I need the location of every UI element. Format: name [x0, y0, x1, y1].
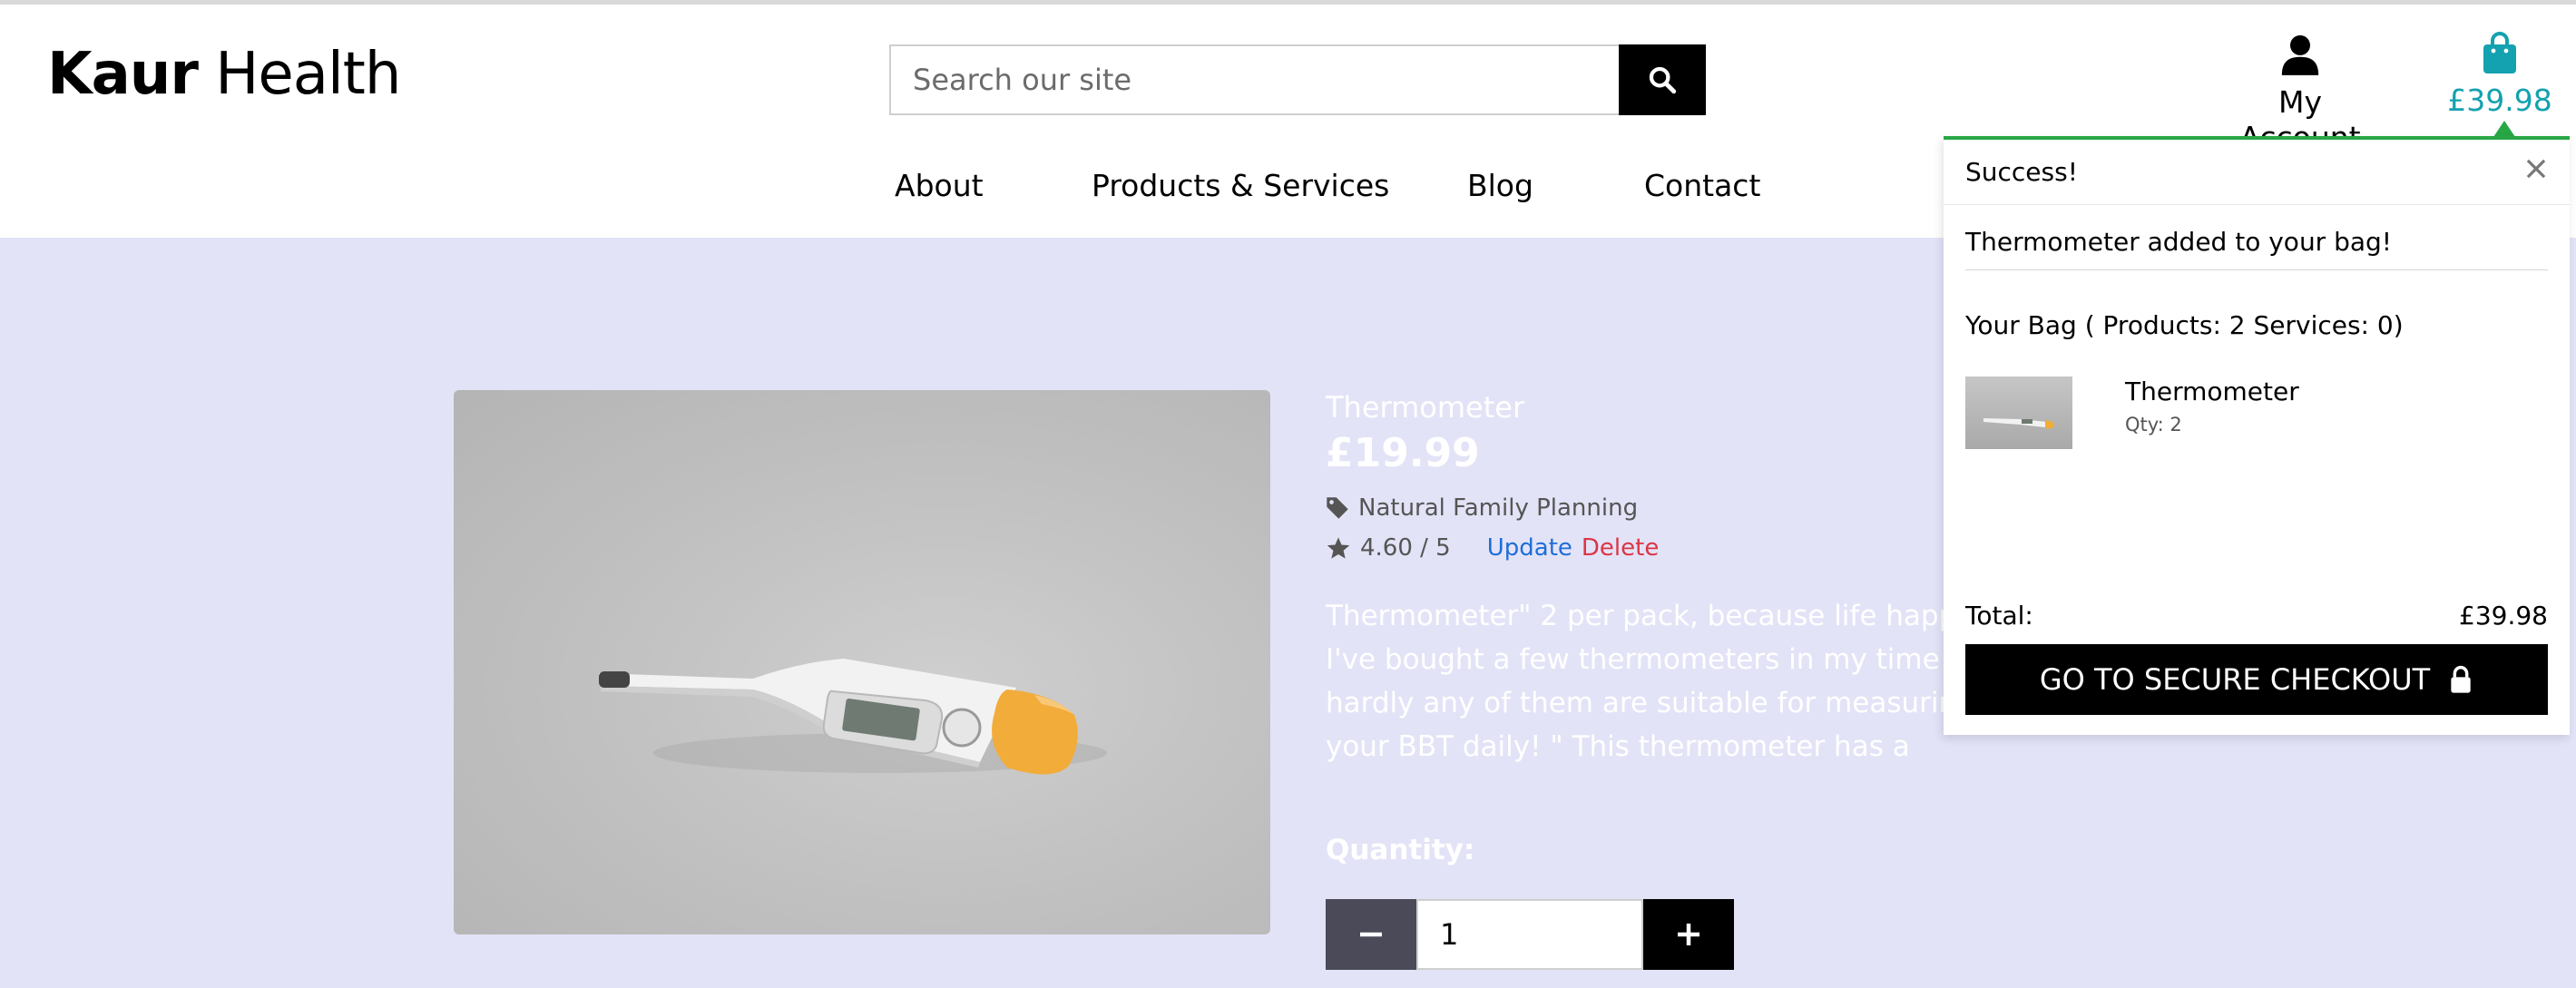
total-row: Total: £39.98 — [1965, 601, 2548, 631]
close-button[interactable] — [2524, 157, 2548, 187]
search-input[interactable] — [889, 44, 1619, 115]
bag-item: Thermometer Qty: 2 — [1965, 377, 2548, 449]
product-image — [454, 390, 1270, 934]
search-icon — [1649, 66, 1677, 94]
plus-icon — [1678, 924, 1699, 945]
search-button[interactable] — [1619, 44, 1706, 115]
bag-summary: Your Bag ( Products: 2 Services: 0) — [1965, 310, 2404, 340]
nav-item-about[interactable]: About — [895, 168, 984, 203]
product-price: £19.99 — [1326, 430, 1480, 476]
lock-icon — [2451, 665, 2471, 693]
brand-rest: Health — [197, 41, 401, 108]
product-details: Thermometer £19.99 Natural Family Planni… — [1326, 390, 2015, 970]
product-category[interactable]: Natural Family Planning — [1326, 494, 2015, 522]
product-description: Thermometer" 2 per pack, because life ha… — [1326, 600, 2015, 763]
nav-item-products-services[interactable]: Products & Services — [1092, 168, 1389, 203]
site-logo[interactable]: Kaur Health — [47, 41, 401, 108]
bag-item-name: Thermometer — [2125, 377, 2299, 406]
category-label: Natural Family Planning — [1358, 494, 1639, 522]
bag-link[interactable]: £39.98 — [2441, 32, 2559, 118]
close-icon — [2526, 159, 2546, 179]
increment-button[interactable] — [1643, 899, 1734, 970]
decrement-button[interactable] — [1326, 899, 1416, 970]
nav-item-blog[interactable]: Blog — [1467, 168, 1533, 203]
secure-checkout-button[interactable]: GO TO SECURE CHECKOUT — [1965, 644, 2548, 715]
bag-item-qty: Qty: 2 — [2125, 414, 2182, 435]
brand-bold: Kaur — [47, 41, 199, 108]
toast-title: Success! — [1965, 157, 2078, 187]
shopping-bag-icon — [2483, 32, 2516, 73]
bag-item-thumbnail — [1965, 377, 2072, 449]
rating-value: 4.60 / 5 — [1360, 534, 1451, 562]
checkout-label: GO TO SECURE CHECKOUT — [2039, 662, 2431, 697]
user-icon — [2281, 34, 2319, 75]
product-name: Thermometer — [1326, 390, 1525, 425]
product-rating: 4.60 / 5 Update Delete — [1326, 534, 2015, 562]
search-form — [889, 44, 1706, 115]
total-label: Total: — [1965, 601, 2033, 631]
minus-icon — [1360, 932, 1382, 937]
toast-header: Success! — [1944, 140, 2570, 205]
quantity-label: Quantity: — [1326, 834, 1475, 866]
toast-arrow — [2493, 121, 2515, 137]
quantity-stepper — [1326, 899, 2015, 970]
star-icon — [1327, 537, 1350, 559]
delete-link[interactable]: Delete — [1582, 534, 1659, 562]
quantity-input[interactable] — [1416, 899, 1643, 970]
tag-icon — [1327, 497, 1348, 519]
thermometer-image — [599, 659, 1107, 775]
success-toast: Success! Thermometer added to your bag! … — [1944, 136, 2570, 735]
nav-item-contact[interactable]: Contact — [1644, 168, 1760, 203]
update-link[interactable]: Update — [1487, 534, 1572, 562]
bag-total: £39.98 — [2447, 83, 2552, 118]
total-value: £39.98 — [2459, 601, 2548, 631]
toast-message: Thermometer added to your bag! — [1965, 227, 2548, 270]
